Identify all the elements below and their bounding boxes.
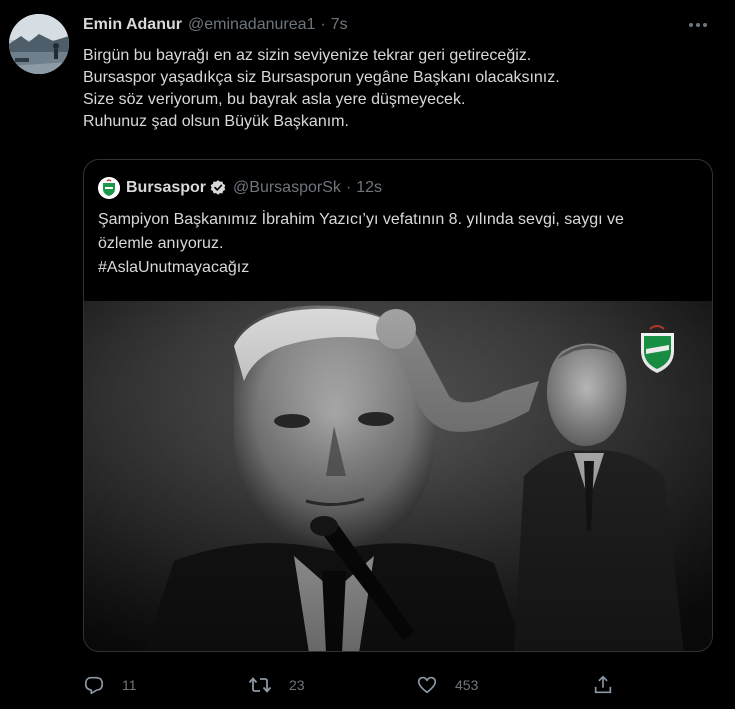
- quoted-author-avatar[interactable]: [98, 177, 120, 199]
- tweet-text-line: Bursaspor yaşadıkça siz Bursasporun yegâ…: [83, 69, 560, 86]
- like-count: 453: [455, 677, 479, 693]
- retweet-count: 23: [289, 677, 305, 693]
- quoted-author-handle[interactable]: @BursasporSk: [233, 179, 341, 197]
- more-icon: [689, 23, 707, 27]
- verified-badge-icon: [209, 179, 227, 197]
- author-handle[interactable]: @eminadanurea1: [188, 16, 315, 34]
- tweet: Emin Adanur @eminadanurea1 · 7s Birgün b…: [0, 0, 735, 709]
- reply-icon: [84, 676, 104, 695]
- share-button[interactable]: [592, 670, 614, 700]
- author-name[interactable]: Emin Adanur: [83, 16, 182, 34]
- like-button[interactable]: 453: [416, 670, 478, 700]
- quoted-text-line: özlemle anıyoruz.: [98, 235, 224, 252]
- separator-dot: ·: [320, 16, 326, 33]
- quoted-tweet-card[interactable]: Bursaspor @BursasporSk · 12s Şampiyon Ba…: [83, 159, 713, 652]
- share-icon: [594, 675, 612, 694]
- tweet-text-line: Size söz veriyorum, bu bayrak asla yere …: [83, 91, 466, 108]
- reply-count: 11: [122, 677, 137, 693]
- tweet-timestamp[interactable]: 7s: [331, 16, 348, 34]
- retweet-button[interactable]: 23: [248, 670, 305, 700]
- quoted-tweet-header: Bursaspor @BursasporSk · 12s: [98, 177, 382, 199]
- author-avatar[interactable]: [9, 14, 69, 74]
- tweet-text-line: Birgün bu bayrağı en az sizin seviyenize…: [83, 47, 532, 64]
- quoted-tweet-text: Şampiyon Başkanımız İbrahim Yazıcı’yı ve…: [98, 208, 624, 280]
- quoted-tweet-image[interactable]: [84, 301, 712, 651]
- quoted-tweet-timestamp[interactable]: 12s: [356, 179, 382, 197]
- retweet-icon: [248, 677, 272, 693]
- tweet-text-line: Ruhunuz şad olsun Büyük Başkanım.: [83, 113, 349, 130]
- tweet-actions: 11 23 453: [83, 670, 623, 700]
- quoted-author-name[interactable]: Bursaspor: [126, 179, 206, 197]
- tweet-header: Emin Adanur @eminadanurea1 · 7s: [83, 13, 348, 37]
- heart-icon: [417, 676, 437, 694]
- reply-button[interactable]: 11: [83, 670, 137, 700]
- quoted-text-line: Şampiyon Başkanımız İbrahim Yazıcı’yı ve…: [98, 211, 624, 228]
- more-options-button[interactable]: [686, 15, 710, 35]
- hashtag-link[interactable]: #AslaUnutmayacağız: [98, 256, 624, 280]
- tweet-text: Birgün bu bayrağı en az sizin seviyenize…: [83, 45, 560, 133]
- separator-dot: ·: [345, 179, 352, 196]
